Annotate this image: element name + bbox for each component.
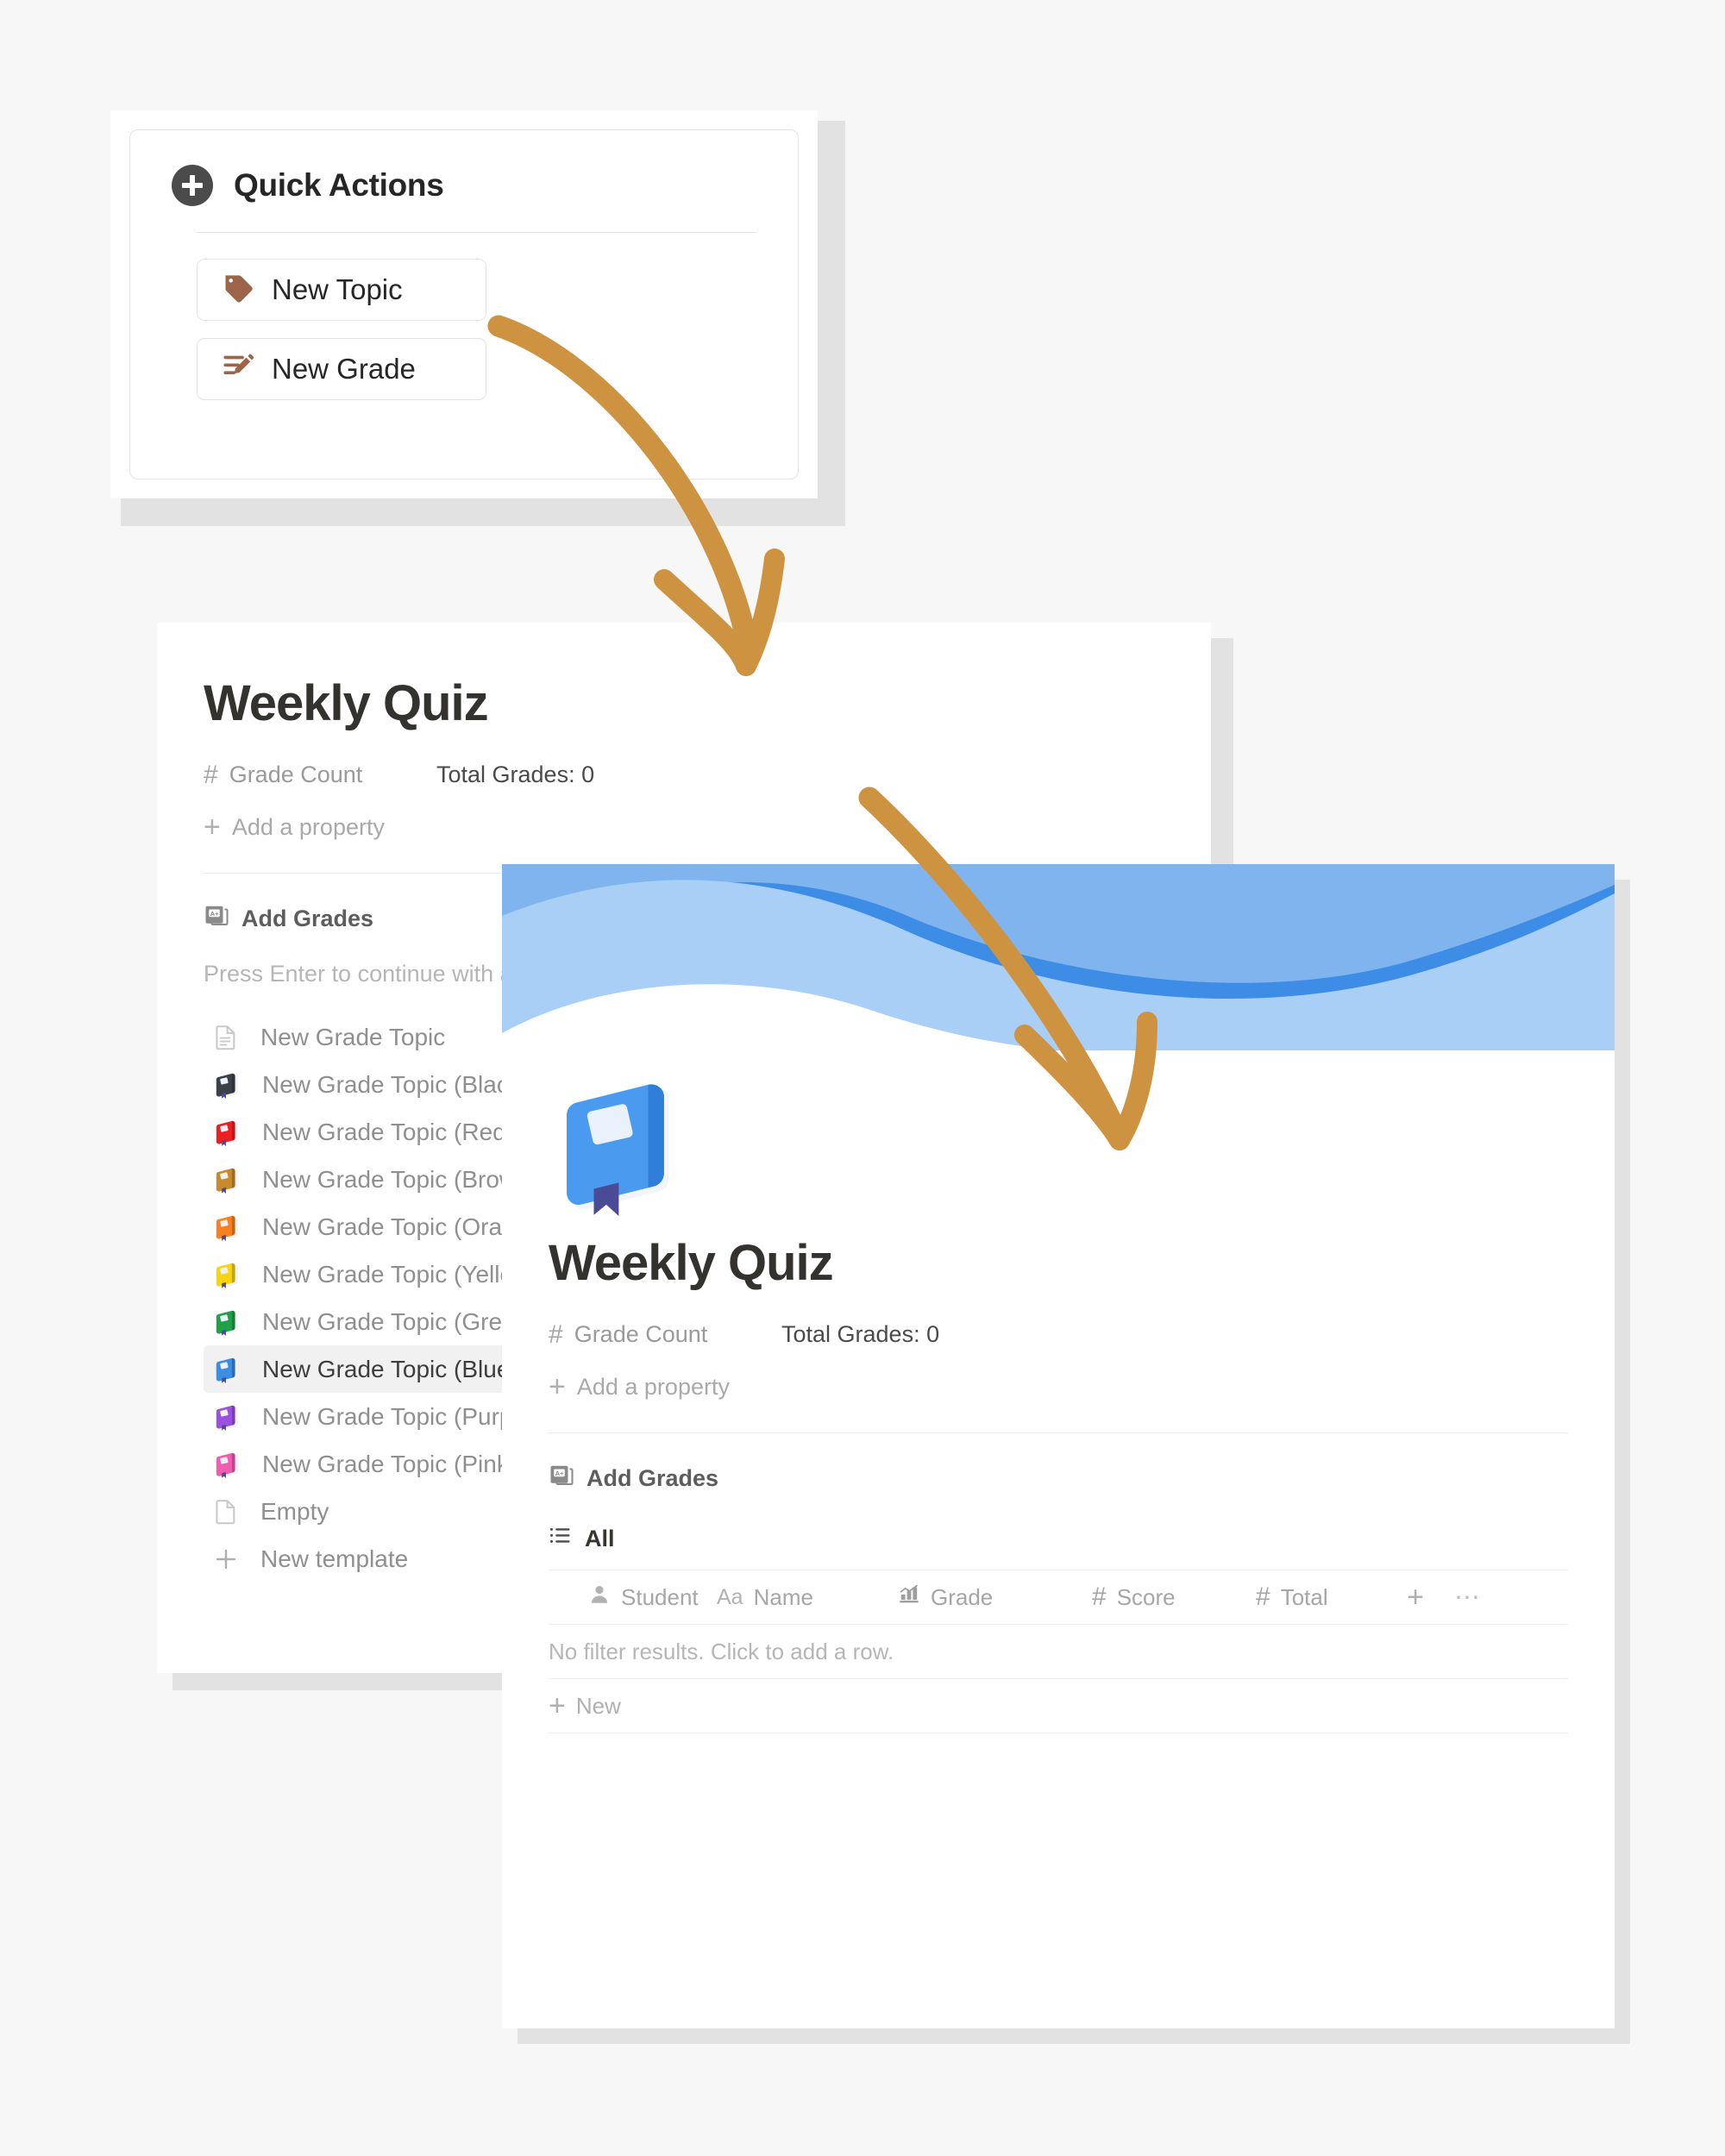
- property-row-grade-count: # Grade Count Total Grades: 0: [204, 761, 1211, 788]
- add-property-button[interactable]: + Add a property: [204, 812, 1211, 842]
- svg-text:A+: A+: [210, 910, 219, 918]
- property-value[interactable]: Total Grades: 0: [781, 1321, 939, 1348]
- column-header-label: Student: [621, 1583, 699, 1610]
- book-icon: [212, 1402, 242, 1432]
- template-list-item-label: New Grade Topic (Red): [262, 1118, 515, 1145]
- database-view-tab-all[interactable]: All: [549, 1524, 1615, 1554]
- add-grades-label: Add Grades: [242, 906, 374, 931]
- divider: [549, 1432, 1568, 1433]
- property-value[interactable]: Total Grades: 0: [436, 761, 594, 788]
- add-property-button[interactable]: + Add a property: [549, 1372, 1615, 1401]
- template-list-item-label: New Grade Topic (Brown): [262, 1165, 539, 1193]
- add-property-label: Add a property: [576, 1373, 730, 1400]
- new-grade-label: New Grade: [272, 353, 416, 385]
- template-list-item-label: New template: [260, 1545, 409, 1572]
- book-icon: [212, 1355, 242, 1384]
- plus-icon: [212, 1545, 240, 1573]
- plus-icon: +: [549, 1689, 566, 1722]
- svg-text:A+: A+: [555, 1470, 564, 1477]
- property-row-grade-count: # Grade Count Total Grades: 0: [549, 1321, 1615, 1348]
- new-grade-button[interactable]: New Grade: [197, 338, 486, 400]
- column-header-name[interactable]: Aa Name: [717, 1584, 898, 1611]
- template-list-item-label: New Grade Topic (Green): [262, 1307, 537, 1335]
- book-icon: [212, 1118, 242, 1147]
- template-list-item-label: New Grade Topic (Pink): [262, 1450, 518, 1477]
- page-icon: [212, 1024, 240, 1051]
- property-key-label: Grade Count: [574, 1321, 708, 1347]
- page-cover-banner: [502, 864, 1615, 1050]
- new-topic-label: New Topic: [272, 273, 403, 305]
- blue-book-emoji[interactable]: [549, 1071, 1615, 1220]
- book-icon: [212, 1165, 242, 1194]
- list-view-icon: [549, 1524, 573, 1554]
- template-list-item-label: New Grade Topic (Black): [262, 1070, 530, 1098]
- quick-actions-card: Quick Actions New Topic New Grade: [110, 110, 818, 498]
- hash-icon: #: [204, 760, 218, 789]
- quick-actions-header: Quick Actions: [130, 130, 798, 206]
- ellipsis-icon: ⋯: [1454, 1583, 1480, 1612]
- weekly-quiz-detail-page: Weekly Quiz # Grade Count Total Grades: …: [502, 864, 1615, 2028]
- book-icon: [212, 1213, 242, 1242]
- template-list-item-label: New Grade Topic (Blue): [262, 1355, 518, 1382]
- list-edit-icon: [222, 350, 256, 389]
- database-more-button[interactable]: ⋯: [1441, 1583, 1493, 1613]
- add-property-label: Add a property: [231, 813, 385, 840]
- add-grades-label: Add Grades: [586, 1465, 719, 1491]
- book-icon: [212, 1260, 242, 1289]
- column-header-label: Total: [1280, 1583, 1328, 1610]
- new-row-label: New: [575, 1692, 621, 1719]
- tag-icon: [222, 271, 256, 310]
- property-key-label: Grade Count: [229, 761, 363, 787]
- property-key[interactable]: # Grade Count: [204, 761, 436, 788]
- hash-icon: #: [549, 1319, 563, 1349]
- new-topic-button[interactable]: New Topic: [197, 259, 486, 321]
- page-title: Weekly Quiz: [204, 675, 489, 731]
- column-header-total[interactable]: # Total: [1256, 1584, 1389, 1611]
- quick-actions-panel: Quick Actions New Topic New Grade: [129, 129, 799, 479]
- detail-page-title: Weekly Quiz: [549, 1235, 834, 1291]
- plus-icon: +: [1407, 1581, 1424, 1614]
- column-header-grade[interactable]: Grade: [898, 1583, 1092, 1612]
- plus-icon: +: [204, 811, 221, 843]
- view-tab-label: All: [585, 1526, 615, 1551]
- book-icon: [212, 1070, 242, 1100]
- template-list-item-label: New Grade Topic: [260, 1023, 446, 1050]
- column-header-score[interactable]: # Score: [1092, 1584, 1256, 1611]
- template-list-item-label: New Grade Topic (Yellow): [262, 1260, 539, 1288]
- column-header-label: Grade: [931, 1583, 994, 1610]
- add-grades-heading[interactable]: A+ Add Grades: [549, 1463, 1615, 1495]
- column-header-student[interactable]: Student: [549, 1583, 717, 1612]
- book-icon: [212, 1450, 242, 1479]
- column-header-label: Score: [1116, 1583, 1176, 1610]
- database-header-row: Student Aa Name Grade # Score # Total + …: [549, 1570, 1615, 1624]
- screenshot-stage: Quick Actions New Topic New Grade Weekly…: [0, 0, 1725, 2156]
- blank-page-icon: [212, 1498, 240, 1526]
- hash-icon: #: [1256, 1583, 1270, 1611]
- bar-chart-icon: [898, 1583, 920, 1612]
- quick-actions-title: Quick Actions: [234, 167, 444, 203]
- book-icon: [212, 1307, 242, 1337]
- template-list-item-label: New Grade Topic (Purple): [262, 1402, 540, 1430]
- plus-icon: +: [549, 1370, 566, 1403]
- database-new-row-button[interactable]: + New: [549, 1679, 1615, 1733]
- database-empty-message[interactable]: No filter results. Click to add a row.: [549, 1625, 1615, 1678]
- hash-icon: #: [1092, 1583, 1107, 1611]
- aa-icon: Aa: [717, 1584, 743, 1609]
- person-icon: [588, 1583, 611, 1612]
- plus-circle-icon[interactable]: [172, 165, 213, 206]
- property-key[interactable]: # Grade Count: [549, 1321, 781, 1348]
- quick-actions-buttons: New Topic New Grade: [130, 233, 798, 400]
- column-header-label: Name: [753, 1583, 813, 1610]
- grade-book-icon: A+: [204, 903, 229, 935]
- template-list-item-label: Empty: [260, 1497, 329, 1525]
- grade-book-icon: A+: [549, 1463, 574, 1495]
- add-column-button[interactable]: +: [1389, 1583, 1441, 1612]
